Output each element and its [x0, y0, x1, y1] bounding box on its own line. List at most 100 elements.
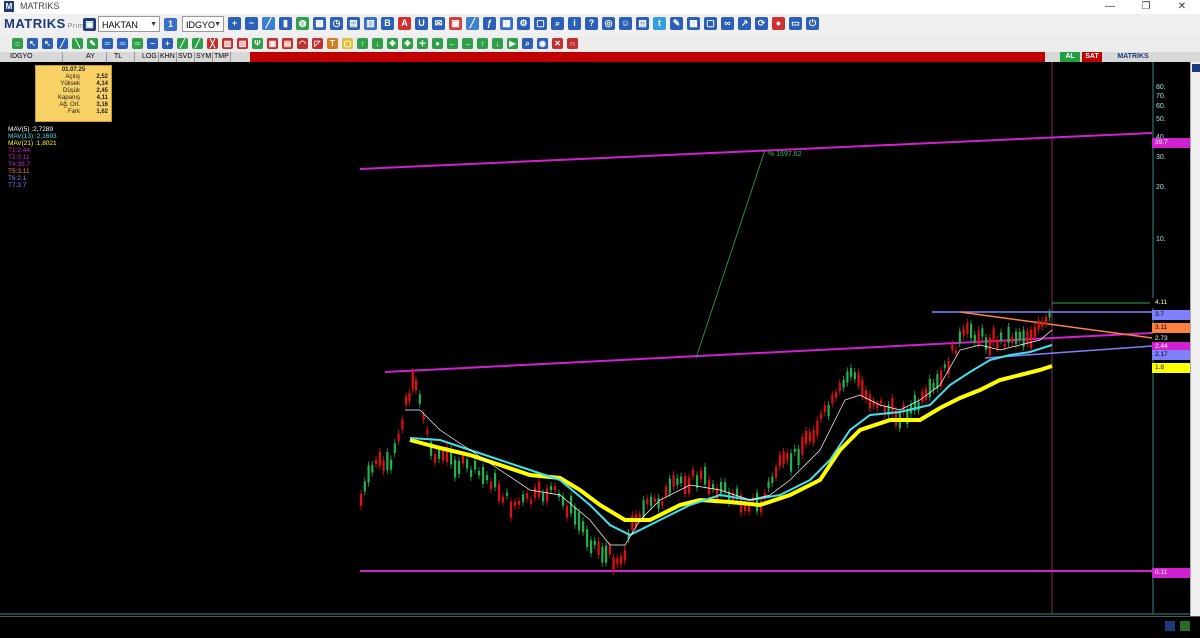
- move-up-icon[interactable]: ↑: [357, 38, 368, 49]
- portfolio-icon[interactable]: ▣: [449, 17, 462, 30]
- formula-icon[interactable]: ƒ: [483, 17, 496, 30]
- monitor-icon[interactable]: ▭: [789, 17, 802, 30]
- info-icon[interactable]: i: [568, 17, 581, 30]
- settings-icon[interactable]: ⚙: [517, 17, 530, 30]
- search-icon[interactable]: ⌕: [551, 17, 564, 30]
- line-chart-icon[interactable]: ╱: [262, 17, 275, 30]
- down-icon[interactable]: ↓: [492, 38, 503, 49]
- tab-currency[interactable]: TL: [112, 52, 135, 62]
- user-icon[interactable]: ☺: [619, 17, 632, 30]
- candle-body: [846, 371, 849, 383]
- news-icon[interactable]: ▥: [364, 17, 377, 30]
- level-icon[interactable]: ═: [132, 38, 143, 49]
- dot-icon[interactable]: ●: [432, 38, 443, 49]
- zoom-icon[interactable]: ⌕: [522, 38, 533, 49]
- tools-icon[interactable]: ✎: [670, 17, 683, 30]
- expand-icon[interactable]: ✥: [387, 38, 398, 49]
- table-icon[interactable]: ▤: [347, 17, 360, 30]
- window-number-icon[interactable]: 1: [164, 18, 177, 31]
- fan-icon[interactable]: ◸: [312, 38, 323, 49]
- price-chart[interactable]: % 1597.62: [0, 62, 1200, 637]
- speed-icon[interactable]: ▤: [282, 38, 293, 49]
- magnet-icon[interactable]: ∩: [567, 38, 578, 49]
- note-icon[interactable]: ▢: [342, 38, 353, 49]
- arrow-icon[interactable]: ↖: [27, 38, 38, 49]
- legend-item: T4:39.7: [8, 161, 31, 168]
- candle-icon[interactable]: ▮: [279, 17, 292, 30]
- move-down-icon[interactable]: ↓: [372, 38, 383, 49]
- chevron-down-icon: ▼: [214, 21, 221, 28]
- lock-icon[interactable]: [1165, 621, 1175, 631]
- close-button[interactable]: ✕: [1164, 0, 1200, 14]
- link-icon[interactable]: ∞: [721, 17, 734, 30]
- tab-symbol[interactable]: IDGYO: [8, 52, 63, 62]
- right-icon[interactable]: →: [462, 38, 473, 49]
- u-icon[interactable]: U: [415, 17, 428, 30]
- symbol-select[interactable]: IDGYO ▼: [182, 16, 224, 32]
- channel-icon[interactable]: ═: [102, 38, 113, 49]
- clock-icon[interactable]: ◷: [330, 17, 343, 30]
- twitter-icon[interactable]: t: [653, 17, 666, 30]
- minus-icon[interactable]: −: [147, 38, 158, 49]
- target-icon[interactable]: ◎: [602, 17, 615, 30]
- pen-icon[interactable]: ✎: [87, 38, 98, 49]
- zoom-out-icon[interactable]: −: [245, 17, 258, 30]
- delete-icon[interactable]: ✕: [552, 38, 563, 49]
- buy-button[interactable]: AL: [1060, 52, 1080, 62]
- arc-icon[interactable]: ◠: [297, 38, 308, 49]
- account-select[interactable]: HAKTAN ▼: [98, 16, 160, 32]
- vertical-scrollbar[interactable]: [1190, 62, 1200, 622]
- hline-icon[interactable]: ═: [117, 38, 128, 49]
- minimize-button[interactable]: —: [1092, 0, 1128, 14]
- refresh-icon[interactable]: ⟳: [755, 17, 768, 30]
- zoom-control-icon[interactable]: [1180, 621, 1190, 631]
- zoom-in-icon[interactable]: +: [228, 17, 241, 30]
- layout-icon[interactable]: ▦: [687, 17, 700, 30]
- print-icon[interactable]: ▤: [636, 17, 649, 30]
- candle-body: [947, 360, 950, 375]
- restore-button[interactable]: ❐: [1128, 0, 1164, 14]
- ray-icon[interactable]: ╲: [72, 38, 83, 49]
- grid-icon[interactable]: ▦: [313, 17, 326, 30]
- tab-tmp[interactable]: TMP: [212, 52, 231, 62]
- compress-icon[interactable]: ✥: [402, 38, 413, 49]
- tab-khn[interactable]: KHN: [158, 52, 177, 62]
- globe-icon[interactable]: ◍: [296, 17, 309, 30]
- crosshair-icon[interactable]: +: [162, 38, 173, 49]
- pitchfork-icon[interactable]: Ψ: [252, 38, 263, 49]
- lock-icon[interactable]: ⌂: [12, 38, 23, 49]
- bold-icon[interactable]: B: [381, 17, 394, 30]
- fib-icon[interactable]: ╱: [177, 38, 188, 49]
- sell-button[interactable]: SAT: [1082, 52, 1102, 62]
- analysis-icon[interactable]: ╱: [466, 17, 479, 30]
- tab-log[interactable]: LOG: [140, 52, 159, 62]
- bars-icon[interactable]: ▥: [237, 38, 248, 49]
- tab-period[interactable]: AY: [84, 52, 107, 62]
- gann-icon[interactable]: ╳: [207, 38, 218, 49]
- folder-icon[interactable]: ▢: [534, 17, 547, 30]
- trendline-icon[interactable]: ╱: [57, 38, 68, 49]
- mail-icon[interactable]: ✉: [432, 17, 445, 30]
- window-icon[interactable]: ▢: [704, 17, 717, 30]
- cross-icon[interactable]: ✛: [417, 38, 428, 49]
- box-icon[interactable]: ▣: [267, 38, 278, 49]
- cycle-icon[interactable]: ▥: [222, 38, 233, 49]
- scroll-top-icon[interactable]: [1192, 64, 1200, 72]
- exit-icon[interactable]: ⏻: [806, 17, 819, 30]
- tab-svd[interactable]: SVD: [176, 52, 195, 62]
- alert-icon[interactable]: A: [398, 17, 411, 30]
- help-icon[interactable]: ?: [585, 17, 598, 30]
- text-icon[interactable]: T: [327, 38, 338, 49]
- tab-sym[interactable]: SYM: [194, 52, 213, 62]
- record-icon[interactable]: ●: [772, 17, 785, 30]
- calc-icon[interactable]: ▦: [500, 17, 513, 30]
- play-icon[interactable]: ▶: [507, 38, 518, 49]
- arrow-alt-icon[interactable]: ↖: [42, 38, 53, 49]
- up-icon[interactable]: ↑: [477, 38, 488, 49]
- export-icon[interactable]: ↗: [738, 17, 751, 30]
- close-value: 4,11: [96, 95, 108, 101]
- camera-icon[interactable]: ◉: [537, 38, 548, 49]
- left-icon[interactable]: ←: [447, 38, 458, 49]
- save-icon[interactable]: ▣: [83, 18, 96, 31]
- fib-alt-icon[interactable]: ╱: [192, 38, 203, 49]
